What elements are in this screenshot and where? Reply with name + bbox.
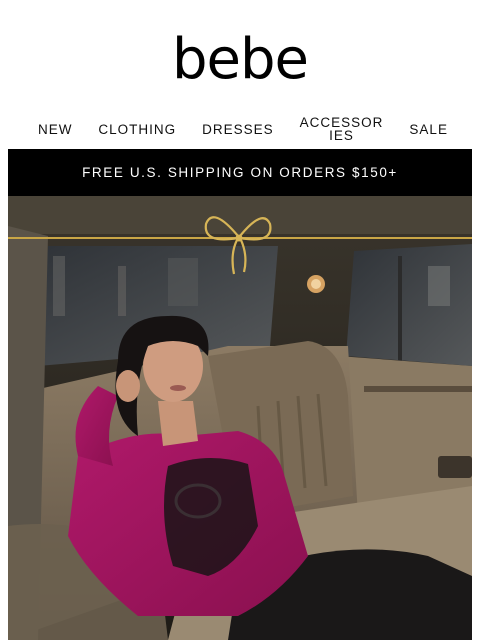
hero-image[interactable] xyxy=(8,196,472,640)
nav-item-dresses[interactable]: DRESSES xyxy=(202,122,274,136)
shipping-promo-banner[interactable]: FREE U.S. SHIPPING ON ORDERS $150+ xyxy=(8,149,472,196)
nav-item-sale[interactable]: SALE xyxy=(409,122,448,136)
nav-item-new[interactable]: NEW xyxy=(38,122,73,136)
brand-logo[interactable]: bebe xyxy=(0,30,480,90)
nav-item-clothing[interactable]: CLOTHING xyxy=(98,122,176,136)
hero-photo-illustration xyxy=(8,196,472,640)
main-nav: NEW CLOTHING DRESSES ACCESSORIES SALE xyxy=(38,112,448,146)
promo-text: FREE U.S. SHIPPING ON ORDERS $150+ xyxy=(82,165,398,180)
nav-item-accessories[interactable]: ACCESSORIES xyxy=(300,116,384,143)
